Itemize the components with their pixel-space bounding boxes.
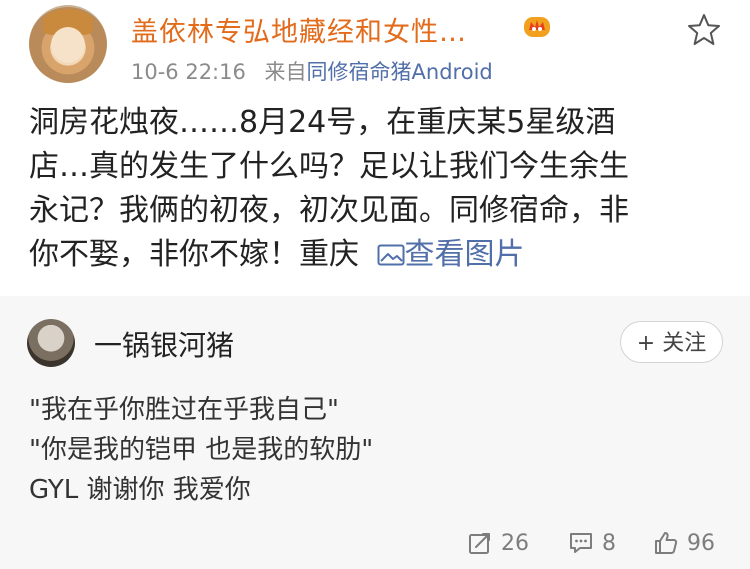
comment-section: 一锅银河猪 + 关注 "我在乎你胜过在乎我自己" "你是我的铠甲 也是我的软肋"…	[0, 296, 750, 569]
author-avatar[interactable]	[29, 5, 107, 83]
post-meta: 10-6 22:16 来自同修宿命猪Android	[131, 56, 493, 86]
comment-line: "你是我的铠甲 也是我的软肋"	[29, 435, 374, 465]
star-icon[interactable]	[686, 12, 722, 48]
comment-text: "我在乎你胜过在乎我自己" "你是我的铠甲 也是我的软肋" GYL 谢谢你 我爱…	[29, 390, 373, 510]
like-button[interactable]: 96	[653, 528, 715, 558]
repost-button[interactable]: 26	[467, 528, 529, 558]
comment-count: 8	[602, 530, 616, 556]
commenter-username[interactable]: 一锅银河猪	[94, 324, 234, 364]
content-line: 洞房花烛夜……8月24号，在重庆某5星级酒	[29, 105, 616, 140]
comment-icon	[570, 533, 592, 553]
content-last-text: 你不娶，非你不嫁！重庆	[29, 237, 369, 272]
source-prefix: 来自	[264, 60, 307, 84]
comment-button[interactable]: 8	[568, 528, 616, 558]
repost-count: 26	[501, 530, 529, 556]
post-content: 洞房花烛夜……8月24号，在重庆某5星级酒 店…真的发生了什么吗？足以让我们今生…	[29, 101, 729, 277]
avatar-face	[51, 27, 85, 63]
content-line: 店…真的发生了什么吗？足以让我们今生余生	[29, 149, 629, 184]
weibo-post: 盖依林专弘地藏经和女性… 10-6 22:16 来自同修宿命猪Android 洞…	[0, 0, 750, 296]
like-icon	[655, 532, 678, 554]
view-image-link[interactable]: 查看图片	[369, 237, 525, 272]
repost-icon	[469, 533, 490, 554]
like-count: 96	[687, 530, 715, 556]
content-line: 永记？我俩的初夜，初次见面。同修宿命，非	[29, 193, 629, 228]
post-source-link[interactable]: 同修宿命猪Android	[307, 60, 493, 84]
image-icon	[377, 244, 405, 266]
post-timestamp: 10-6 22:16	[131, 60, 246, 84]
view-image-label: 查看图片	[404, 237, 525, 272]
commenter-avatar[interactable]	[27, 319, 75, 367]
crown-badge-icon	[524, 17, 550, 37]
comment-line: "我在乎你胜过在乎我自己"	[29, 395, 339, 425]
follow-button[interactable]: + 关注	[620, 321, 723, 363]
author-username[interactable]: 盖依林专弘地藏经和女性…	[131, 10, 467, 49]
comment-line: GYL 谢谢你 我爱你	[29, 475, 251, 505]
content-line: 你不娶，非你不嫁！重庆 查看图片	[29, 233, 729, 277]
